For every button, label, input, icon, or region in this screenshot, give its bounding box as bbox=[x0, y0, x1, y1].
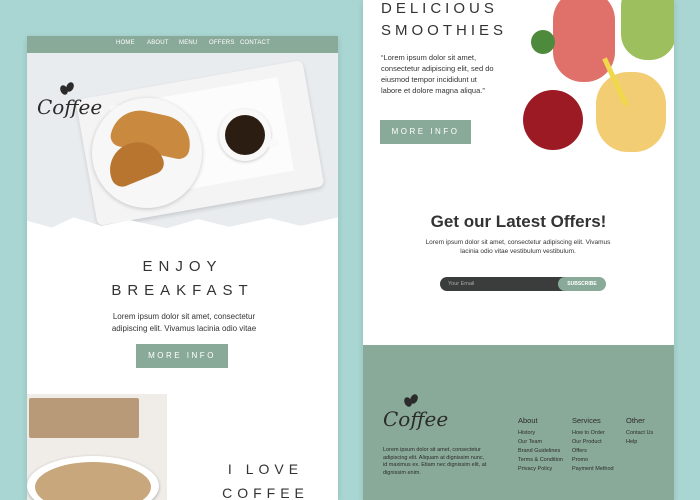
nav-offers[interactable]: OFFERS bbox=[209, 40, 235, 46]
footer-link[interactable]: Privacy Policy bbox=[518, 465, 573, 474]
section-heading: BREAKFAST bbox=[111, 282, 254, 299]
offers-title: Get our Latest Offers! bbox=[430, 212, 607, 231]
coffee-shape bbox=[225, 115, 265, 155]
mint-shape bbox=[531, 30, 555, 54]
footer-heading: Other bbox=[626, 416, 645, 425]
nav-contact[interactable]: CONTACT bbox=[240, 40, 270, 46]
footer: Coffee Lorem ipsum dolor sit amet, conse… bbox=[363, 345, 674, 500]
more-info-button[interactable]: MORE INFO bbox=[136, 344, 228, 368]
section-body: Lorem ipsum dolor sit amet, consectetur … bbox=[111, 312, 257, 333]
smoothie-photo bbox=[501, 0, 674, 160]
top-nav: HOME ABOUT MENU OFFERS CONTACT bbox=[27, 36, 338, 53]
coffee-photo bbox=[27, 394, 167, 500]
footer-col-about: About History Our Team Brand Guidelines … bbox=[518, 416, 573, 474]
nav-menu[interactable]: MENU bbox=[179, 40, 197, 46]
section-heading: SMOOTHIES bbox=[381, 22, 508, 39]
nav-home[interactable]: HOME bbox=[116, 40, 135, 46]
footer-link[interactable]: History bbox=[518, 429, 573, 438]
footer-col-other: Other Contact Us Help bbox=[626, 416, 674, 447]
subscribe-button[interactable]: SUBSCRIBE bbox=[558, 277, 606, 291]
cake-shape bbox=[29, 398, 139, 438]
more-info-button[interactable]: MORE INFO bbox=[380, 120, 471, 144]
smoothies-page: DELICIOUS SMOOTHIES “Lorem ipsum dolor s… bbox=[363, 0, 674, 500]
section-heading: COFFEE bbox=[222, 485, 309, 500]
cup-handle-shape bbox=[265, 139, 279, 147]
footer-logo[interactable]: Coffee bbox=[383, 393, 448, 438]
email-field[interactable] bbox=[440, 277, 565, 291]
section-heading: DELICIOUS bbox=[381, 0, 498, 17]
smoothie-glass-shape bbox=[596, 72, 666, 152]
nav-about[interactable]: ABOUT bbox=[147, 40, 169, 46]
footer-link[interactable]: Our Product bbox=[572, 438, 627, 447]
newsletter-form: SUBSCRIBE bbox=[440, 277, 606, 291]
footer-col-services: Services How to Order Our Product Offers… bbox=[572, 416, 627, 474]
breakfast-page: HOME ABOUT MENU OFFERS CONTACT Coffee EN… bbox=[27, 36, 338, 500]
footer-link[interactable]: Payment Method bbox=[572, 465, 627, 474]
logo[interactable]: Coffee bbox=[37, 81, 102, 126]
footer-link[interactable]: Promo bbox=[572, 456, 627, 465]
footer-link[interactable]: Terms & Condition bbox=[518, 456, 573, 465]
footer-heading: About bbox=[518, 416, 538, 425]
footer-link[interactable]: Help bbox=[626, 438, 674, 447]
logo-text: Coffee bbox=[37, 95, 103, 119]
footer-link[interactable]: Offers bbox=[572, 447, 627, 456]
footer-body: Lorem ipsum dolor sit amet, consectetur … bbox=[383, 447, 487, 476]
berries-shape bbox=[523, 90, 583, 150]
smoothie-glass-shape bbox=[621, 0, 674, 60]
offers-body: Lorem ipsum dolor sit amet, consectetur … bbox=[425, 239, 611, 255]
footer-link[interactable]: How to Order bbox=[572, 429, 627, 438]
hero-image: Coffee bbox=[27, 53, 338, 233]
footer-link[interactable]: Brand Guidelines bbox=[518, 447, 573, 456]
section-heading: I LOVE bbox=[227, 461, 304, 477]
logo-text: Coffee bbox=[383, 407, 449, 431]
smoothie-glass-shape bbox=[553, 0, 615, 82]
footer-link[interactable]: Contact Us bbox=[626, 429, 674, 438]
footer-heading: Services bbox=[572, 416, 601, 425]
section-body: “Lorem ipsum dolor sit amet, consectetur… bbox=[381, 53, 494, 95]
section-heading: ENJOY bbox=[142, 258, 223, 275]
footer-link[interactable]: Our Team bbox=[518, 438, 573, 447]
